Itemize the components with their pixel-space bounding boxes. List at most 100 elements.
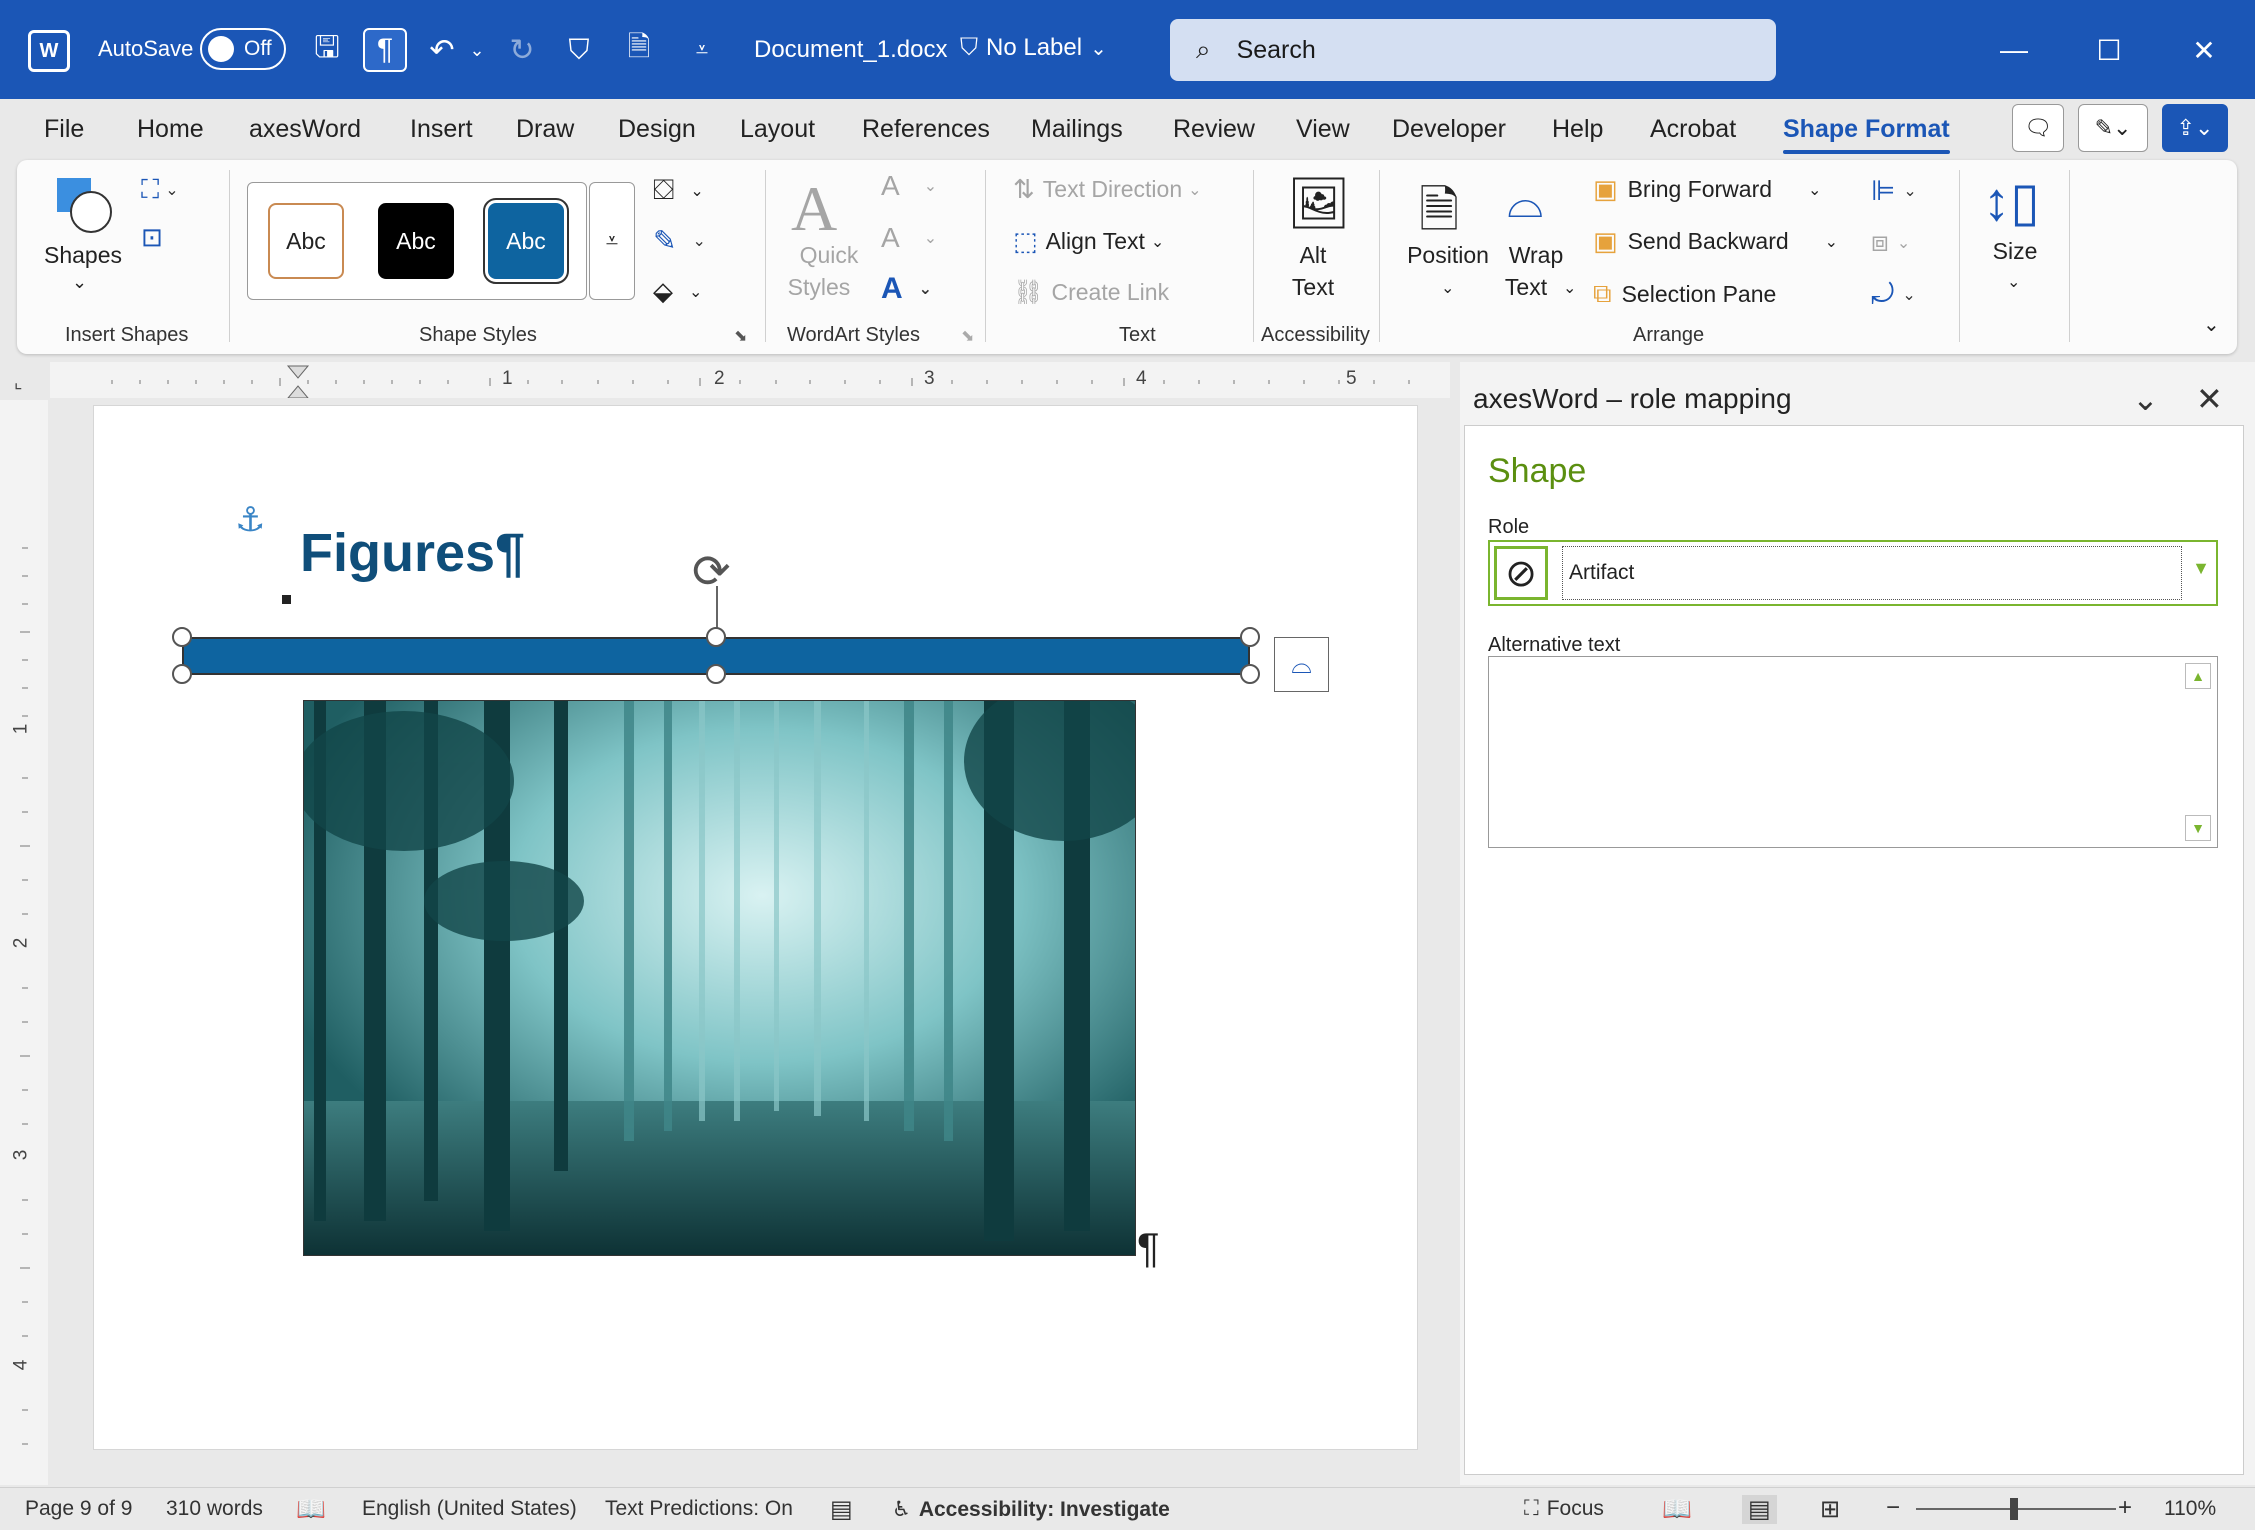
undo-dropdown-icon[interactable]: ⌄ xyxy=(466,28,488,72)
web-layout-icon[interactable]: ⊞ xyxy=(1820,1495,1840,1524)
tab-mailings[interactable]: Mailings xyxy=(1031,115,1123,144)
word-count[interactable]: 310 words xyxy=(166,1497,263,1521)
shape-style-blue[interactable]: Abc xyxy=(483,198,569,284)
wrap-text-icon[interactable]: ⌓ xyxy=(1507,174,1543,230)
shape-effects-icon[interactable]: ⬙ ⌄ xyxy=(653,276,702,307)
edit-shape-icon[interactable]: ⛶ ⌄ xyxy=(141,174,179,206)
shape-styles-more-icon[interactable]: ⩡ xyxy=(589,182,635,300)
align-text-button[interactable]: ⬚ Align Text ⌄ xyxy=(1013,226,1164,257)
zoom-level[interactable]: 110% xyxy=(2164,1497,2216,1521)
editing-pen-icon[interactable]: ✎⌄ xyxy=(2078,104,2148,152)
resize-handle-top-right[interactable] xyxy=(1240,627,1260,647)
text-predictions-status[interactable]: Text Predictions: On xyxy=(605,1497,793,1521)
resize-handle-top[interactable] xyxy=(706,627,726,647)
quick-styles-label-2[interactable]: Styles xyxy=(769,274,869,301)
layout-options-icon[interactable]: ⌓ xyxy=(1274,637,1329,692)
alt-text-label-2[interactable]: Text xyxy=(1273,274,1353,301)
tab-help[interactable]: Help xyxy=(1552,115,1603,144)
resize-handle-top-left[interactable] xyxy=(172,627,192,647)
tab-selector-icon[interactable]: ⌞ xyxy=(14,372,22,393)
size-label[interactable]: Size xyxy=(1975,238,2055,265)
zoom-slider-thumb[interactable] xyxy=(2010,1498,2018,1520)
anchor-icon[interactable]: ⚓ xyxy=(235,500,265,540)
tab-insert[interactable]: Insert xyxy=(410,115,473,144)
scroll-up-icon[interactable]: ▲ xyxy=(2185,663,2211,689)
customize-qat-icon[interactable]: ⩡ xyxy=(680,28,724,72)
tab-shape-format[interactable]: Shape Format xyxy=(1783,115,1950,154)
alt-text-label-1[interactable]: Alt xyxy=(1273,242,1353,269)
tab-developer[interactable]: Developer xyxy=(1392,115,1506,144)
proofing-icon[interactable]: 📖 xyxy=(296,1495,326,1524)
position-label[interactable]: Position xyxy=(1393,242,1503,269)
text-effects-icon[interactable]: A ⌄ xyxy=(881,272,932,306)
shape-fill-icon[interactable]: ⛋ ⌄ xyxy=(653,174,704,207)
redo-icon[interactable]: ↻ xyxy=(500,28,544,72)
forest-image[interactable] xyxy=(303,700,1136,1256)
quick-styles-label-1[interactable]: Quick xyxy=(779,242,879,269)
tab-draw[interactable]: Draw xyxy=(516,115,574,144)
print-layout-icon[interactable]: ▤ xyxy=(1742,1495,1777,1524)
page-heading[interactable]: Figures¶ xyxy=(300,522,525,584)
zoom-in-icon[interactable]: + xyxy=(2118,1494,2132,1522)
pane-options-chevron-icon[interactable]: ⌄ xyxy=(2132,380,2159,418)
create-link-button[interactable]: ⛓ Create Link xyxy=(1013,278,1169,307)
zoom-out-icon[interactable]: − xyxy=(1886,1494,1900,1522)
text-box-icon[interactable]: ⊡ xyxy=(141,222,163,253)
wordart-launcher-icon[interactable]: ⬊ xyxy=(961,326,974,346)
focus-mode-button[interactable]: ⛶ Focus xyxy=(1524,1497,1604,1521)
wrap-text-label-2[interactable]: Text xyxy=(1483,274,1569,301)
tab-design[interactable]: Design xyxy=(618,115,696,144)
shape-styles-launcher-icon[interactable]: ⬊ xyxy=(734,326,747,346)
comments-icon[interactable]: 🗨 xyxy=(2012,104,2064,152)
shapes-label[interactable]: Shapes xyxy=(43,242,123,269)
bring-forward-button[interactable]: ▣ Bring Forward ⌄ xyxy=(1593,174,1821,205)
size-icon[interactable]: ↕▯ xyxy=(1983,170,2040,233)
role-select[interactable]: ⊘ Artifact ▼ xyxy=(1488,540,2218,606)
shapes-icon[interactable] xyxy=(53,174,113,234)
share-icon[interactable]: ⇪⌄ xyxy=(2162,104,2228,152)
autosave-toggle[interactable]: Off xyxy=(200,28,286,70)
group-icon[interactable]: ⧈ ⌄ xyxy=(1871,226,1910,259)
shapes-dropdown-icon[interactable]: ⌄ xyxy=(72,272,87,293)
accessibility-status[interactable]: ♿ Accessibility: Investigate xyxy=(892,1497,1170,1522)
size-dropdown-icon[interactable]: ⌄ xyxy=(2007,272,2020,292)
tab-home[interactable]: Home xyxy=(137,115,204,144)
resize-handle-bottom[interactable] xyxy=(706,664,726,684)
close-icon[interactable]: ✕ xyxy=(2174,26,2234,74)
text-fill-icon[interactable]: A ⌄ xyxy=(881,170,937,202)
collapse-ribbon-icon[interactable]: ⌄ xyxy=(2203,312,2220,337)
tab-axesword[interactable]: axesWord xyxy=(249,115,361,144)
maximize-icon[interactable]: ☐ xyxy=(2079,26,2139,74)
tab-file[interactable]: File xyxy=(44,115,84,144)
macro-recording-icon[interactable]: ▤ xyxy=(830,1495,853,1524)
rotate-handle-icon[interactable]: ⟳ xyxy=(692,544,731,598)
quick-styles-icon[interactable]: A xyxy=(791,172,837,246)
scroll-down-icon[interactable]: ▼ xyxy=(2185,815,2211,841)
resize-handle-bottom-right[interactable] xyxy=(1240,664,1260,684)
tab-view[interactable]: View xyxy=(1296,115,1350,144)
alt-text-icon[interactable]: 🖼 xyxy=(1287,174,1350,233)
tab-layout[interactable]: Layout xyxy=(740,115,815,144)
role-value[interactable]: Artifact xyxy=(1562,546,2182,600)
wrap-text-label-1[interactable]: Wrap xyxy=(1493,242,1579,269)
align-icon[interactable]: ⊫ ⌄ xyxy=(1871,174,1917,207)
tab-acrobat[interactable]: Acrobat xyxy=(1650,115,1736,144)
show-formatting-icon[interactable]: ¶ xyxy=(363,28,407,72)
shape-style-outline[interactable]: Abc xyxy=(268,203,344,279)
minimize-icon[interactable]: — xyxy=(1984,26,2044,74)
document-tool-icon[interactable]: 🗎 xyxy=(617,28,661,72)
text-direction-button[interactable]: ⇅ Text Direction ⌄ xyxy=(1013,174,1202,205)
shape-outline-icon[interactable]: ✎ ⌄ xyxy=(653,224,706,257)
wrap-text-dropdown-icon[interactable]: ⌄ xyxy=(1563,278,1576,298)
tab-review[interactable]: Review xyxy=(1173,115,1255,144)
document-title[interactable]: Document_1.docx xyxy=(754,36,947,64)
resize-handle-bottom-left[interactable] xyxy=(172,664,192,684)
pane-close-icon[interactable]: ✕ xyxy=(2196,380,2223,418)
role-dropdown-icon[interactable]: ▼ xyxy=(2192,558,2210,579)
page-count[interactable]: Page 9 of 9 xyxy=(25,1497,132,1521)
shape-style-black[interactable]: Abc xyxy=(378,203,454,279)
search-box[interactable]: ⌕ Search xyxy=(1170,19,1776,81)
bookmark-icon[interactable]: ⛉ xyxy=(557,28,601,72)
language-status[interactable]: English (United States) xyxy=(362,1497,577,1521)
send-backward-button[interactable]: ▣ Send Backward ⌄ xyxy=(1593,226,1838,257)
